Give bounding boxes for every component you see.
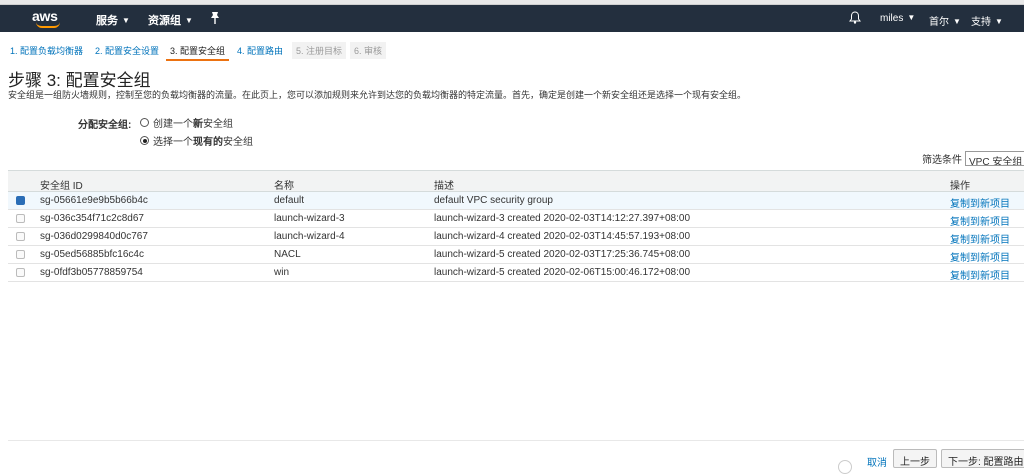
security-groups-table: 安全组 ID 名称 描述 操作 sg-05661e9e9b5b66b4c defa… [8, 170, 1024, 282]
cell-name: launch-wizard-3 [274, 213, 345, 224]
radio-label-prefix: 选择一个 [153, 137, 193, 148]
table-header: 安全组 ID 名称 描述 操作 [8, 170, 1024, 192]
cell-name: default [274, 195, 305, 206]
resource-groups-menu[interactable]: 资源组 ▼ [148, 12, 193, 28]
assign-security-group-label: 分配安全组: [78, 120, 132, 131]
cell-description: launch-wizard-5 created 2020-02-03T17:25… [434, 249, 691, 260]
wizard-steps: 1. 配置负载均衡器 2. 配置安全设置 3. 配置安全组 4. 配置路由 5.… [0, 40, 1024, 61]
row-checkbox[interactable] [16, 232, 25, 241]
copy-to-new-link[interactable]: 复制到新项目 [950, 195, 1010, 210]
next-configure-routing-button[interactable]: 下一步: 配置路由 [941, 449, 1024, 468]
user-menu[interactable]: miles ▼ [880, 13, 915, 24]
radio-label-emphasis: 新 [193, 119, 203, 130]
chevron-down-icon: ▼ [185, 16, 193, 25]
filter-control: 筛选条件 VPC 安全组 ⌵ [922, 151, 1024, 166]
row-checkbox[interactable] [16, 268, 25, 277]
radio-label-suffix: 安全组 [203, 119, 233, 130]
cell-security-group-id: sg-05661e9e9b5b66b4c [40, 195, 148, 206]
support-menu[interactable]: 支持 ▼ [971, 13, 1003, 28]
cell-description: default VPC security group [434, 195, 553, 206]
chevron-down-icon: ▼ [953, 17, 961, 26]
pin-icon[interactable] [209, 11, 221, 25]
services-menu-label: 服务 [96, 15, 118, 27]
column-header-name[interactable]: 名称 [274, 177, 294, 192]
copy-to-new-link[interactable]: 复制到新项目 [950, 249, 1010, 264]
region-name: 首尔 [929, 17, 949, 28]
column-header-actions: 操作 [950, 181, 970, 192]
chevron-down-icon: ▼ [907, 13, 916, 22]
cell-name: win [274, 267, 290, 278]
support-label: 支持 [971, 17, 991, 28]
cell-description: launch-wizard-3 created 2020-02-03T14:12… [434, 213, 691, 224]
filter-select-value: VPC 安全组 [969, 157, 1023, 166]
copy-to-new-link[interactable]: 复制到新项目 [950, 267, 1010, 282]
table-row[interactable]: sg-036c354f71c2c8d67 launch-wizard-3 launc… [8, 210, 1024, 228]
radio-label-suffix: 安全组 [223, 137, 253, 148]
cell-security-group-id: sg-036d0299840d0c767 [40, 231, 148, 242]
step-configure-security-groups[interactable]: 3. 配置安全组 [166, 42, 230, 61]
row-checkbox[interactable] [16, 196, 25, 205]
copy-to-new-link[interactable]: 复制到新项目 [950, 231, 1010, 246]
filter-label: 筛选条件 [922, 155, 962, 166]
cell-security-group-id: sg-036c354f71c2c8d67 [40, 213, 144, 224]
step-configure-load-balancer[interactable]: 1. 配置负载均衡器 [6, 42, 87, 59]
filter-select[interactable]: VPC 安全组 ⌵ [965, 151, 1024, 166]
cell-security-group-id: sg-0fdf3b05778859754 [40, 267, 143, 278]
cell-security-group-id: sg-05ed56885bfc16c4c [40, 249, 144, 260]
radio-create-new-security-group[interactable]: 创建一个新安全组 [140, 115, 233, 130]
top-navigation-bar: aws 服务 ▼ 资源组 ▼ miles ▼ 首尔 ▼ 支持 ▼ [0, 5, 1024, 32]
table-body: sg-05661e9e9b5b66b4c default default VPC s… [8, 192, 1024, 282]
previous-button[interactable]: 上一步 [893, 449, 937, 468]
step-review: 6. 审核 [350, 42, 387, 59]
column-header-id[interactable]: 安全组 ID [40, 177, 83, 192]
region-menu[interactable]: 首尔 ▼ [929, 13, 961, 28]
radio-label-emphasis: 现有的 [193, 137, 223, 148]
step-register-targets: 5. 注册目标 [292, 42, 347, 59]
page-description: 安全组是一组防火墙规则，控制至您的负载均衡器的流量。在此页上，您可以添加规则来允… [8, 90, 747, 100]
cell-description: launch-wizard-5 created 2020-02-06T15:00… [434, 267, 691, 278]
radio-label-prefix: 创建一个 [153, 119, 193, 130]
table-row[interactable]: sg-05ed56885bfc16c4c NACL launch-wizard-5 … [8, 246, 1024, 264]
user-name: miles [880, 13, 904, 24]
services-menu[interactable]: 服务 ▼ [96, 12, 130, 28]
resource-groups-menu-label: 资源组 [148, 15, 181, 27]
scroll-indicator [838, 460, 852, 474]
table-row[interactable]: sg-036d0299840d0c767 launch-wizard-4 launc… [8, 228, 1024, 246]
table-row[interactable]: sg-0fdf3b05778859754 win launch-wizard-5 c… [8, 264, 1024, 282]
copy-to-new-link[interactable]: 复制到新项目 [950, 213, 1010, 228]
step-configure-security-settings[interactable]: 2. 配置安全设置 [91, 42, 163, 59]
row-checkbox[interactable] [16, 214, 25, 223]
bell-icon[interactable] [849, 11, 861, 24]
cell-name: launch-wizard-4 [274, 231, 345, 242]
footer-divider [8, 440, 1024, 441]
aws-smile-icon [36, 22, 60, 28]
chevron-down-icon: ▼ [995, 17, 1003, 26]
radio-select-existing-security-group[interactable]: 选择一个 现有的 安全组 [140, 133, 253, 148]
chevron-down-icon: ▼ [122, 16, 130, 25]
cell-name: NACL [274, 249, 301, 260]
aws-logo[interactable]: aws [32, 7, 64, 29]
column-header-description[interactable]: 描述 [434, 177, 454, 192]
table-row[interactable]: sg-05661e9e9b5b66b4c default default VPC s… [8, 192, 1024, 210]
cancel-link[interactable]: 取消 [867, 454, 887, 469]
radio-button[interactable] [140, 118, 149, 127]
cell-description: launch-wizard-4 created 2020-02-03T14:45… [434, 231, 691, 242]
row-checkbox[interactable] [16, 250, 25, 259]
radio-button[interactable] [140, 136, 149, 145]
step-configure-routing[interactable]: 4. 配置路由 [233, 42, 287, 59]
